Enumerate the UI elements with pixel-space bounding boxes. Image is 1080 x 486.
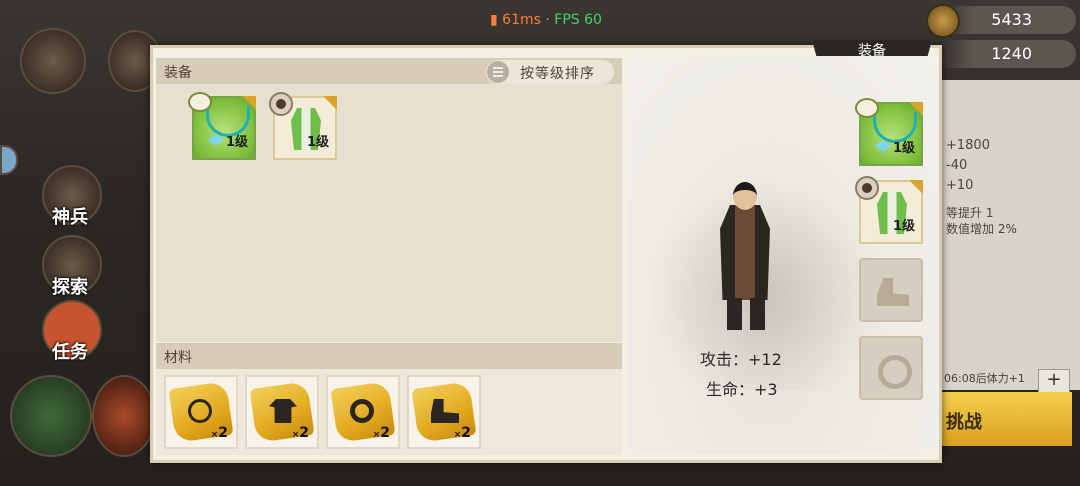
ring-silhouette-icon bbox=[350, 399, 374, 423]
network-status: ▮ 61ms · FPS 60 bbox=[490, 12, 602, 28]
bg-stat-line: -40 bbox=[946, 158, 968, 173]
skill-button-icon[interactable] bbox=[92, 375, 156, 457]
ping-text: 61ms bbox=[502, 12, 541, 28]
armor-type-icon bbox=[855, 176, 879, 200]
material-count: ×2 bbox=[372, 425, 390, 441]
list-icon bbox=[487, 61, 509, 83]
character-legs bbox=[727, 298, 765, 330]
equip-slot-robe[interactable]: 1级 bbox=[855, 176, 923, 244]
bg-stat-line: 数值增加 2% bbox=[946, 222, 1017, 236]
armor-type-icon bbox=[269, 92, 293, 116]
sort-label: 按等级排序 bbox=[520, 66, 595, 82]
signal-icon: ▮ bbox=[490, 12, 498, 28]
bg-stat-line: +10 bbox=[946, 178, 974, 193]
item-level: 1级 bbox=[892, 219, 915, 234]
stat-attack: 攻击：+12 bbox=[700, 346, 782, 370]
stat-value: +12 bbox=[748, 350, 782, 369]
item-level: 1级 bbox=[225, 135, 248, 150]
equip-slot-boots[interactable] bbox=[859, 258, 923, 322]
necklace-silhouette-icon bbox=[188, 399, 212, 423]
materials-header: 材料 bbox=[156, 343, 622, 369]
status-separator: · bbox=[545, 12, 550, 28]
stat-health: 生命：+3 bbox=[706, 376, 778, 400]
corner-marker bbox=[323, 96, 337, 110]
material-item-necklace[interactable]: ×2 bbox=[164, 375, 238, 449]
material-item-ring[interactable]: ×2 bbox=[326, 375, 400, 449]
material-count: ×2 bbox=[453, 425, 471, 441]
player-avatar[interactable] bbox=[20, 28, 86, 94]
challenge-label: 挑战 bbox=[946, 412, 982, 433]
gem-counter: 1240 bbox=[930, 40, 1076, 68]
background-info-panel: +1800 -40 +10 等提升 1 数值增加 2% bbox=[940, 80, 1080, 390]
material-count: ×2 bbox=[210, 425, 228, 441]
bg-stat-line: 等提升 1 bbox=[946, 206, 994, 220]
challenge-button[interactable]: 挑战 bbox=[940, 392, 1072, 446]
skill-button-icon[interactable] bbox=[10, 375, 92, 457]
item-level: 1级 bbox=[892, 141, 915, 156]
stat-label: 攻击： bbox=[700, 350, 749, 369]
material-item-boots[interactable]: ×2 bbox=[407, 375, 481, 449]
sidebar-item-label: 神兵 bbox=[52, 207, 88, 228]
equip-slot-ring[interactable] bbox=[859, 336, 923, 400]
sidebar-item-label: 探索 bbox=[52, 277, 88, 298]
ring-icon bbox=[878, 355, 912, 389]
stamina-timer: 06:08后体力+1 bbox=[944, 372, 1025, 385]
fps-text: FPS 60 bbox=[554, 12, 602, 28]
equipment-header-label: 装备 bbox=[164, 65, 192, 81]
sidebar-item-explore[interactable]: 探索 bbox=[42, 235, 102, 298]
materials-header-label: 材料 bbox=[164, 350, 192, 366]
gold-counter: 5433 bbox=[926, 4, 1076, 38]
corner-marker bbox=[909, 102, 923, 116]
character-head bbox=[733, 182, 757, 210]
material-count: ×2 bbox=[291, 425, 309, 441]
inventory-item-necklace[interactable]: 1级 bbox=[188, 92, 256, 160]
corner-marker bbox=[242, 96, 256, 110]
item-level: 1级 bbox=[306, 135, 329, 150]
gem-value: 1240 bbox=[991, 44, 1032, 63]
gold-value: 5433 bbox=[991, 10, 1032, 29]
speech-bubble-icon bbox=[855, 98, 879, 118]
stat-value: +3 bbox=[754, 380, 778, 399]
add-stamina-button[interactable]: + bbox=[1038, 369, 1070, 393]
material-item-armor[interactable]: ×2 bbox=[245, 375, 319, 449]
inventory-item-robe[interactable]: 1级 bbox=[269, 92, 337, 160]
sidebar-item-label: 任务 bbox=[52, 342, 88, 363]
speech-bubble-icon bbox=[188, 92, 212, 112]
corner-marker bbox=[909, 180, 923, 194]
stat-label: 生命： bbox=[706, 380, 755, 399]
sidebar-item-tasks[interactable]: 任务 bbox=[42, 300, 102, 363]
sidebar-item-weapon[interactable]: 神兵 bbox=[42, 165, 102, 228]
equip-slot-necklace[interactable]: 1级 bbox=[855, 98, 923, 166]
coin-icon bbox=[926, 4, 960, 38]
boots-icon bbox=[877, 278, 909, 306]
character-body bbox=[720, 205, 770, 300]
bg-stat-line: +1800 bbox=[946, 138, 990, 153]
